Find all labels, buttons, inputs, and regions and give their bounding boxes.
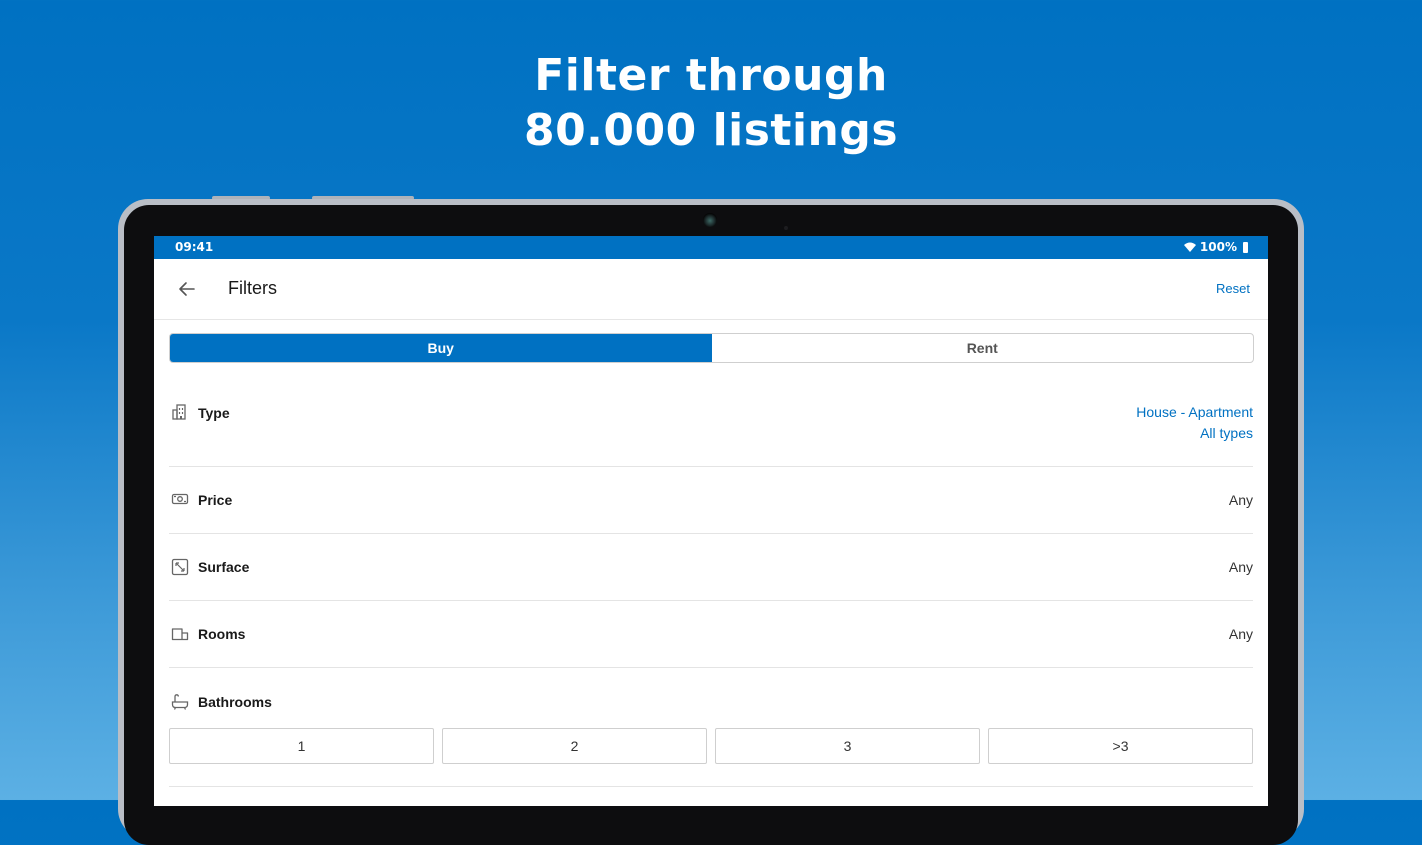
room-icon <box>171 628 189 641</box>
headline-line-2: 80.000 listings <box>523 105 899 156</box>
filter-value-price: Any <box>1228 492 1253 508</box>
type-value-primary: House - Apartment <box>1136 404 1253 420</box>
tablet-screen: 09:41 100% Filters Reset Buy Rent Type H… <box>154 236 1268 806</box>
filter-row-rooms[interactable]: Rooms Any <box>169 600 1253 668</box>
battery-level: 100% <box>1199 240 1237 254</box>
promo-headline: Filter through 80.000 listings <box>0 48 1422 158</box>
arrow-left-icon[interactable] <box>176 278 198 300</box>
building-icon <box>172 404 186 420</box>
filter-label-rooms: Rooms <box>198 626 246 642</box>
filter-value-rooms: Any <box>1228 626 1253 642</box>
filter-row-price[interactable]: Price Any <box>169 466 1253 534</box>
status-bar: 09:41 100% <box>154 236 1268 259</box>
segment-rent[interactable]: Rent <box>712 334 1254 362</box>
filter-value-surface: Any <box>1228 559 1253 575</box>
filter-value-type: House - Apartment All types <box>1136 402 1253 444</box>
page-title: Filters <box>228 278 277 298</box>
buy-rent-toggle: Buy Rent <box>169 333 1254 363</box>
headline-line-1: Filter through <box>534 50 888 101</box>
reset-button[interactable]: Reset <box>1216 281 1250 296</box>
battery-icon <box>1243 241 1248 253</box>
type-value-secondary: All types <box>1200 425 1253 441</box>
camera-lens <box>703 213 717 227</box>
filter-row-type[interactable]: Type House - Apartment All types <box>169 381 1253 467</box>
bathroom-option-1[interactable]: 1 <box>169 728 434 764</box>
status-time: 09:41 <box>175 240 214 254</box>
resize-icon <box>171 558 189 576</box>
filter-label-surface: Surface <box>198 559 250 575</box>
status-indicators: 100% <box>1183 240 1248 254</box>
filter-row-surface[interactable]: Surface Any <box>169 533 1253 601</box>
app-bar: Filters Reset <box>154 259 1268 320</box>
filter-label-price: Price <box>198 492 233 508</box>
banknote-icon <box>171 493 189 505</box>
segment-buy[interactable]: Buy <box>170 334 712 362</box>
bathtub-icon <box>171 694 189 710</box>
bathroom-option-3[interactable]: 3 <box>715 728 980 764</box>
bathrooms-options: 1 2 3 >3 <box>169 728 1253 764</box>
wifi-icon <box>1183 242 1196 252</box>
light-sensor <box>784 226 788 230</box>
bathroom-option-more-than-3[interactable]: >3 <box>988 728 1253 764</box>
bathroom-option-2[interactable]: 2 <box>442 728 707 764</box>
divider <box>169 786 1253 787</box>
filter-label-bathrooms: Bathrooms <box>198 694 272 710</box>
filter-label-type: Type <box>198 405 230 421</box>
